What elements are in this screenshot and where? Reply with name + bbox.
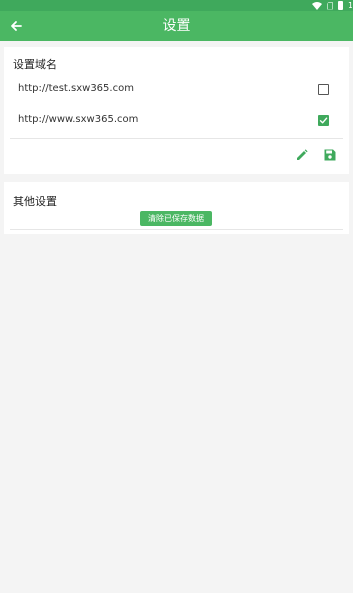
divider: [10, 229, 343, 230]
domain-checkbox[interactable]: [318, 84, 329, 95]
app-bar: 设置: [0, 11, 353, 41]
page-title: 设置: [162, 18, 191, 34]
pencil-icon[interactable]: [296, 149, 308, 161]
domain-url: http://test.sxw365.com: [18, 83, 134, 94]
battery-icon: [338, 1, 343, 10]
other-settings-card: 其他设置 清除已保存数据: [4, 182, 349, 234]
domain-settings-title: 设置域名: [13, 58, 57, 71]
domain-url: http://www.sxw365.com: [18, 114, 139, 125]
domain-settings-card: 设置域名 http://test.sxw365.com http://www.s…: [4, 47, 349, 174]
domain-row-www[interactable]: http://www.sxw365.com: [4, 106, 349, 136]
status-icons: 1: [312, 0, 353, 11]
wifi-icon: [312, 1, 322, 10]
other-settings-title: 其他设置: [13, 195, 57, 208]
domain-row-test[interactable]: http://test.sxw365.com: [4, 75, 349, 105]
sim-icon: [327, 1, 333, 10]
status-bar: 1: [0, 0, 353, 11]
floppy-disk-icon[interactable]: [324, 149, 336, 161]
checkmark-icon: [319, 117, 328, 124]
battery-level: 1: [348, 1, 352, 10]
divider: [10, 138, 343, 139]
domain-checkbox-checked[interactable]: [318, 115, 329, 126]
clear-saved-data-button[interactable]: 清除已保存数据: [140, 211, 212, 226]
